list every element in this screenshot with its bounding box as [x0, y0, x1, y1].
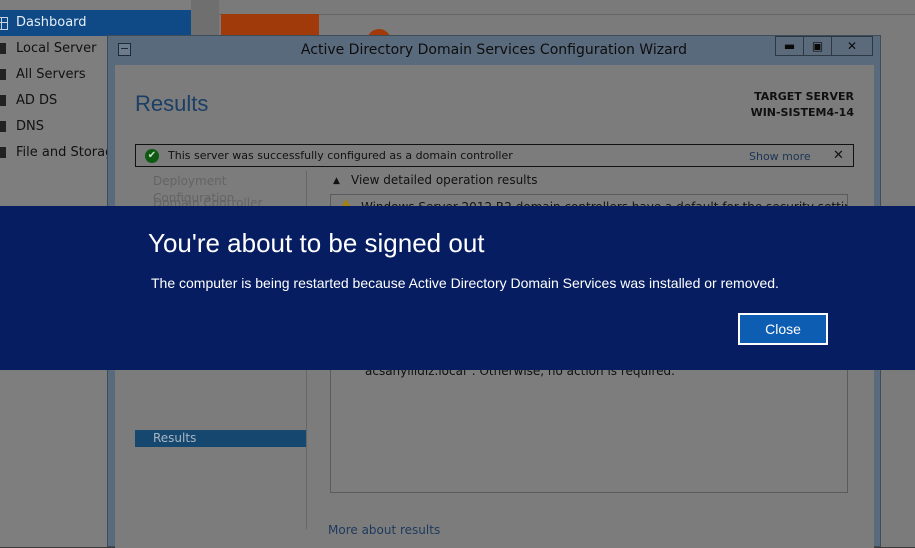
sidebar-item-dashboard[interactable]: Dashboard — [0, 10, 191, 36]
wizard-titlebar[interactable]: Active Directory Domain Services Configu… — [108, 36, 880, 65]
close-window-button[interactable]: ✕ — [831, 36, 873, 56]
servers-icon — [0, 69, 6, 80]
sign-out-banner: You're about to be signed out The comput… — [0, 206, 915, 370]
sidebar-item-label: File and Storag — [16, 145, 114, 160]
minimize-button[interactable]: ▬ — [775, 36, 803, 56]
sidebar-item-label: All Servers — [16, 67, 86, 82]
dns-icon — [0, 121, 6, 132]
server-icon — [0, 43, 6, 54]
page-title: Results — [135, 91, 209, 116]
view-detailed-results-toggle[interactable]: View detailed operation results — [351, 173, 537, 187]
storage-icon — [0, 147, 6, 158]
target-server-value: WIN-SISTEM4-14 — [750, 106, 854, 119]
banner-message: The computer is being restarted because … — [151, 275, 779, 291]
maximize-button[interactable]: ▣ — [803, 36, 831, 56]
show-more-link[interactable]: Show more — [749, 145, 811, 168]
success-notice: ✔ This server was successfully configure… — [135, 144, 854, 167]
collapse-chevron-icon[interactable]: ▲ — [333, 176, 340, 186]
sidebar-item-label: Local Server — [16, 41, 97, 56]
close-button[interactable]: Close — [738, 313, 828, 345]
sidebar-item-label: AD DS — [16, 93, 58, 108]
check-icon: ✔ — [145, 149, 159, 163]
sidebar-item-label: Dashboard — [16, 15, 87, 30]
notice-close-icon[interactable]: ✕ — [833, 145, 844, 166]
notice-text: This server was successfully configured … — [168, 149, 513, 162]
sidebar-item-label: DNS — [16, 119, 44, 134]
step-deployment-configuration[interactable]: Deployment Configuration — [135, 173, 306, 205]
adds-icon — [0, 95, 6, 106]
target-server-label: TARGET SERVER — [754, 90, 854, 103]
more-about-results-link[interactable]: More about results — [328, 523, 440, 537]
step-results[interactable]: Results — [135, 430, 306, 447]
dashboard-icon — [0, 17, 8, 30]
banner-title: You're about to be signed out — [148, 228, 485, 258]
quick-start-tile — [221, 14, 319, 36]
wizard-title: Active Directory Domain Services Configu… — [300, 42, 688, 58]
content-header-strip — [219, 0, 915, 15]
